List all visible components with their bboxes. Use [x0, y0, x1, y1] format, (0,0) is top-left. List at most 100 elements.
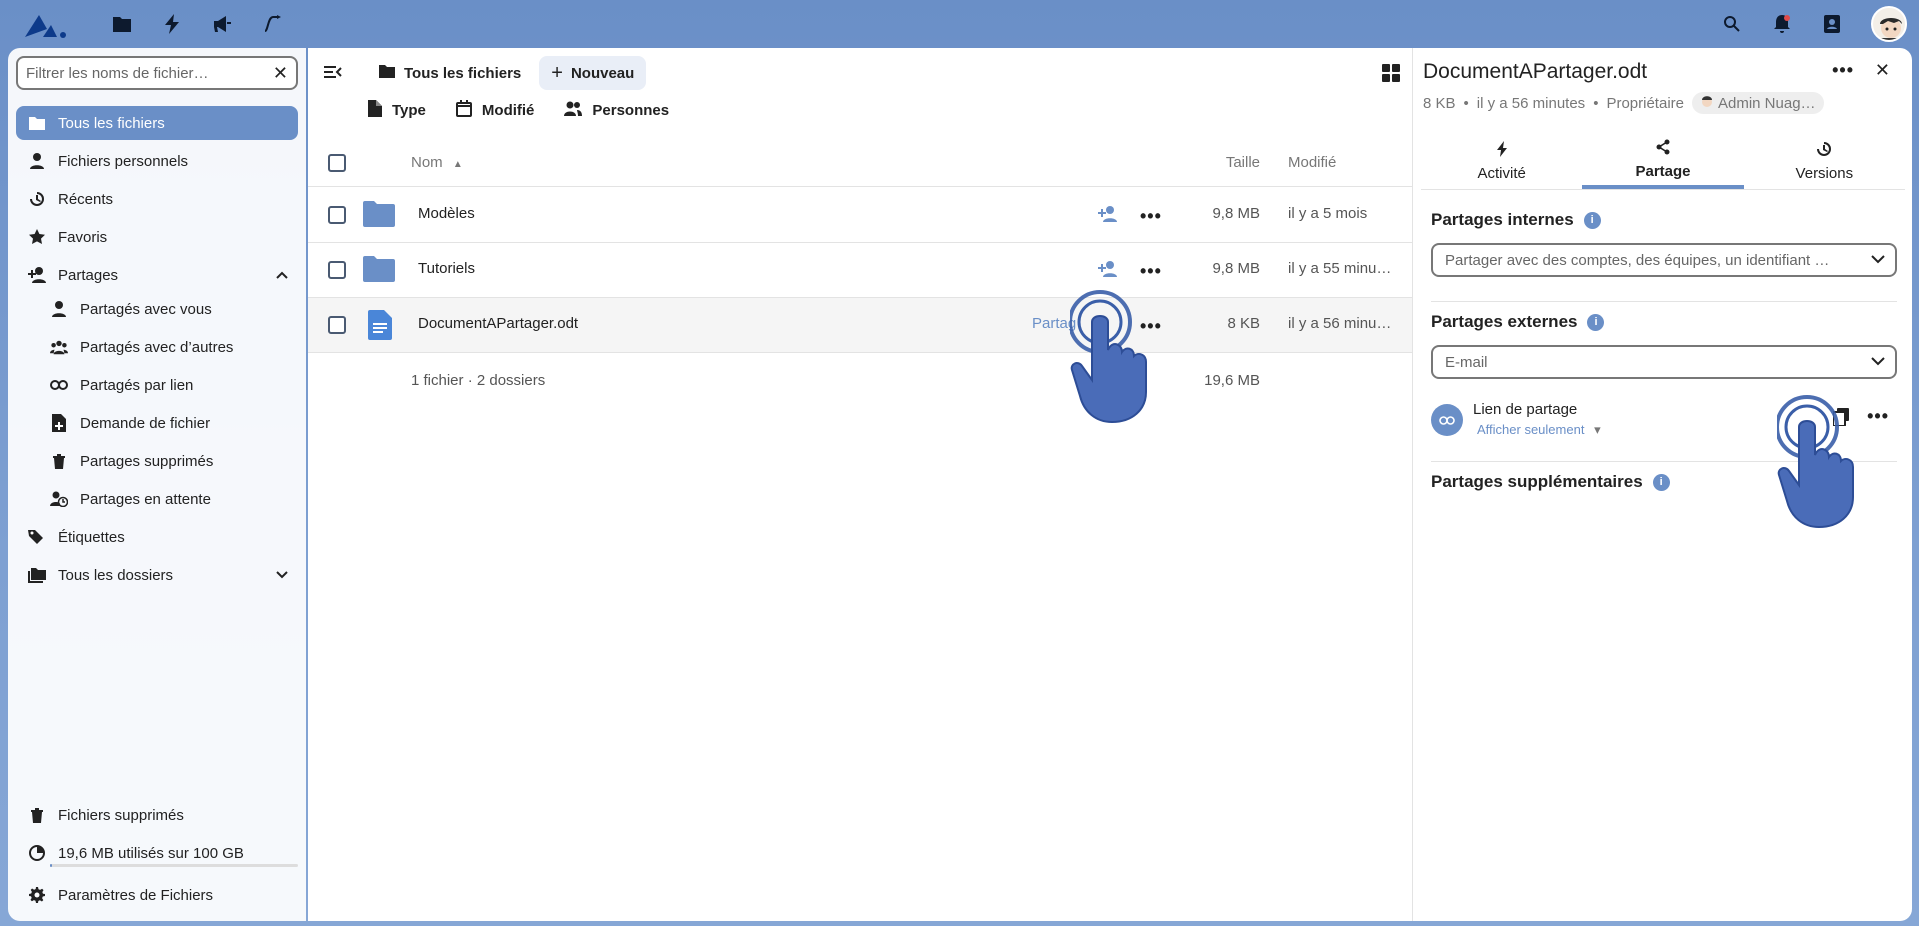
folder-icon	[28, 114, 46, 132]
file-name[interactable]: Tutoriels	[418, 260, 475, 277]
files-summary: 1 fichier · 2 dossiers	[411, 372, 546, 389]
chevron-up-icon[interactable]	[276, 266, 288, 283]
info-icon[interactable]: i	[1652, 473, 1670, 491]
more-actions-icon[interactable]: •••	[1867, 406, 1889, 427]
sort-ascending-icon: ▲	[452, 159, 463, 170]
tap-gesture-icon	[1068, 288, 1160, 442]
nav-label: Demande de fichier	[80, 414, 211, 432]
nav-label: Récents	[58, 190, 114, 208]
filter-people[interactable]: Personnes	[564, 100, 669, 121]
nav-favorites[interactable]: Favoris	[16, 220, 298, 254]
files-icon[interactable]	[108, 10, 136, 38]
breadcrumb-label: Tous les fichiers	[404, 64, 522, 82]
user-avatar[interactable]	[1871, 6, 1907, 42]
link-icon	[1431, 404, 1463, 436]
file-modified: il y a 5 mois	[1288, 205, 1368, 222]
more-actions-icon[interactable]: •••	[1832, 60, 1854, 81]
file-name[interactable]: DocumentAPartager.odt	[418, 315, 578, 332]
document-icon	[368, 310, 392, 344]
more-actions-icon[interactable]: •••	[1140, 261, 1162, 282]
share-person-icon[interactable]	[1098, 261, 1118, 281]
section-title: Partages supplémentaires	[1431, 472, 1643, 491]
nav-shared-with-you[interactable]: Partagés avec vous	[38, 292, 298, 326]
folder-icon	[378, 64, 396, 83]
share-permission-dropdown[interactable]: Afficher seulement ▾	[1477, 422, 1601, 438]
meta-time: il y a 56 minutes	[1476, 94, 1586, 112]
files-total-size: 19,6 MB	[1204, 372, 1260, 389]
link-icon	[50, 376, 68, 394]
close-icon[interactable]: ✕	[1875, 60, 1890, 81]
nav-all-files[interactable]: Tous les fichiers	[16, 106, 298, 140]
filter-modified[interactable]: Modifié	[455, 100, 534, 121]
file-name[interactable]: Modèles	[418, 205, 475, 222]
file-size: 9,8 MB	[1212, 260, 1260, 277]
clear-icon[interactable]: ✕	[273, 63, 288, 84]
nextcloud-logo[interactable]	[20, 8, 68, 40]
tab-label: Partage	[1635, 163, 1691, 180]
owner-chip[interactable]: Admin Nuag…	[1692, 92, 1824, 114]
internal-share-placeholder: Partager avec des comptes, des équipes, …	[1445, 251, 1830, 269]
nav-tags[interactable]: Étiquettes	[16, 520, 298, 554]
announcements-icon[interactable]	[208, 10, 236, 38]
share-person-icon[interactable]	[1098, 206, 1118, 226]
info-icon[interactable]: i	[1583, 211, 1601, 229]
column-name[interactable]: Nom ▲	[411, 154, 463, 171]
history-icon	[28, 190, 46, 208]
nav-deleted-files[interactable]: Fichiers supprimés	[16, 798, 298, 832]
select-all-checkbox[interactable]	[328, 154, 346, 172]
nav-pending-shares[interactable]: Partages en attente	[38, 482, 298, 516]
details-sidebar: DocumentAPartager.odt ••• ✕ 8 KB • il y …	[1412, 48, 1912, 921]
nav-shared-by-link[interactable]: Partagés par lien	[38, 368, 298, 402]
nav-label: Tous les dossiers	[58, 566, 174, 584]
meta-owner-label: Propriétaire	[1606, 94, 1684, 112]
tab-versions[interactable]: Versions	[1744, 134, 1905, 189]
tab-activity[interactable]: Activité	[1421, 134, 1582, 189]
chevron-down-icon: ▾	[1594, 422, 1601, 437]
avatar	[1700, 94, 1714, 112]
filter-type[interactable]: Type	[368, 100, 426, 121]
folder-multiple-icon	[28, 566, 46, 584]
share-person-icon	[28, 266, 46, 284]
nav-deleted-shares[interactable]: Partages supprimés	[38, 444, 298, 478]
flows-icon[interactable]	[258, 10, 286, 38]
row-checkbox[interactable]	[328, 206, 346, 224]
internal-share-select[interactable]: Partager avec des comptes, des équipes, …	[1431, 243, 1897, 277]
column-size[interactable]: Taille	[1226, 154, 1260, 171]
file-size: 9,8 MB	[1212, 205, 1260, 222]
email-share-select[interactable]: E-mail	[1431, 345, 1897, 379]
breadcrumb-all-files[interactable]: Tous les fichiers	[366, 56, 533, 90]
filter-files-field[interactable]: ✕	[16, 56, 298, 90]
activity-icon[interactable]	[158, 10, 186, 38]
nav-personal-files[interactable]: Fichiers personnels	[16, 144, 298, 178]
nav-file-request[interactable]: Demande de fichier	[38, 406, 298, 440]
row-checkbox[interactable]	[328, 316, 346, 334]
divider	[1431, 301, 1897, 302]
nav-shared-with-others[interactable]: Partagés avec d’autres	[38, 330, 298, 364]
chevron-down-icon[interactable]	[276, 566, 288, 583]
column-modified[interactable]: Modifié	[1288, 154, 1336, 171]
table-row[interactable]: Tutoriels ••• 9,8 MB il y a 55 minu…	[308, 243, 1412, 298]
filter-files-input[interactable]	[26, 64, 266, 82]
table-row[interactable]: DocumentAPartager.odt Partag ••• 8 KB il…	[308, 298, 1412, 353]
nav-all-folders[interactable]: Tous les dossiers	[16, 558, 298, 592]
group-icon	[50, 338, 68, 356]
new-button[interactable]: + Nouveau	[539, 56, 647, 90]
row-checkbox[interactable]	[328, 261, 346, 279]
table-row[interactable]: Modèles ••• 9,8 MB il y a 5 mois	[308, 188, 1412, 243]
search-icon[interactable]	[1718, 10, 1746, 38]
share-icon	[1655, 139, 1671, 159]
info-icon[interactable]: i	[1587, 313, 1605, 331]
nav-recent[interactable]: Récents	[16, 182, 298, 216]
tab-sharing[interactable]: Partage	[1582, 134, 1744, 189]
file-size: 8 KB	[1227, 315, 1260, 332]
file-request-icon	[50, 414, 68, 432]
toggle-navigation-icon[interactable]	[324, 64, 342, 84]
grid-view-icon[interactable]	[1382, 64, 1400, 86]
nav-shares[interactable]: Partages	[16, 258, 298, 292]
activity-icon	[1496, 141, 1508, 161]
bell-icon[interactable]	[1768, 10, 1796, 38]
more-actions-icon[interactable]: •••	[1140, 206, 1162, 227]
nav-files-settings[interactable]: Paramètres de Fichiers	[16, 878, 298, 912]
contacts-icon[interactable]	[1818, 10, 1846, 38]
nav-label: Favoris	[58, 228, 108, 246]
